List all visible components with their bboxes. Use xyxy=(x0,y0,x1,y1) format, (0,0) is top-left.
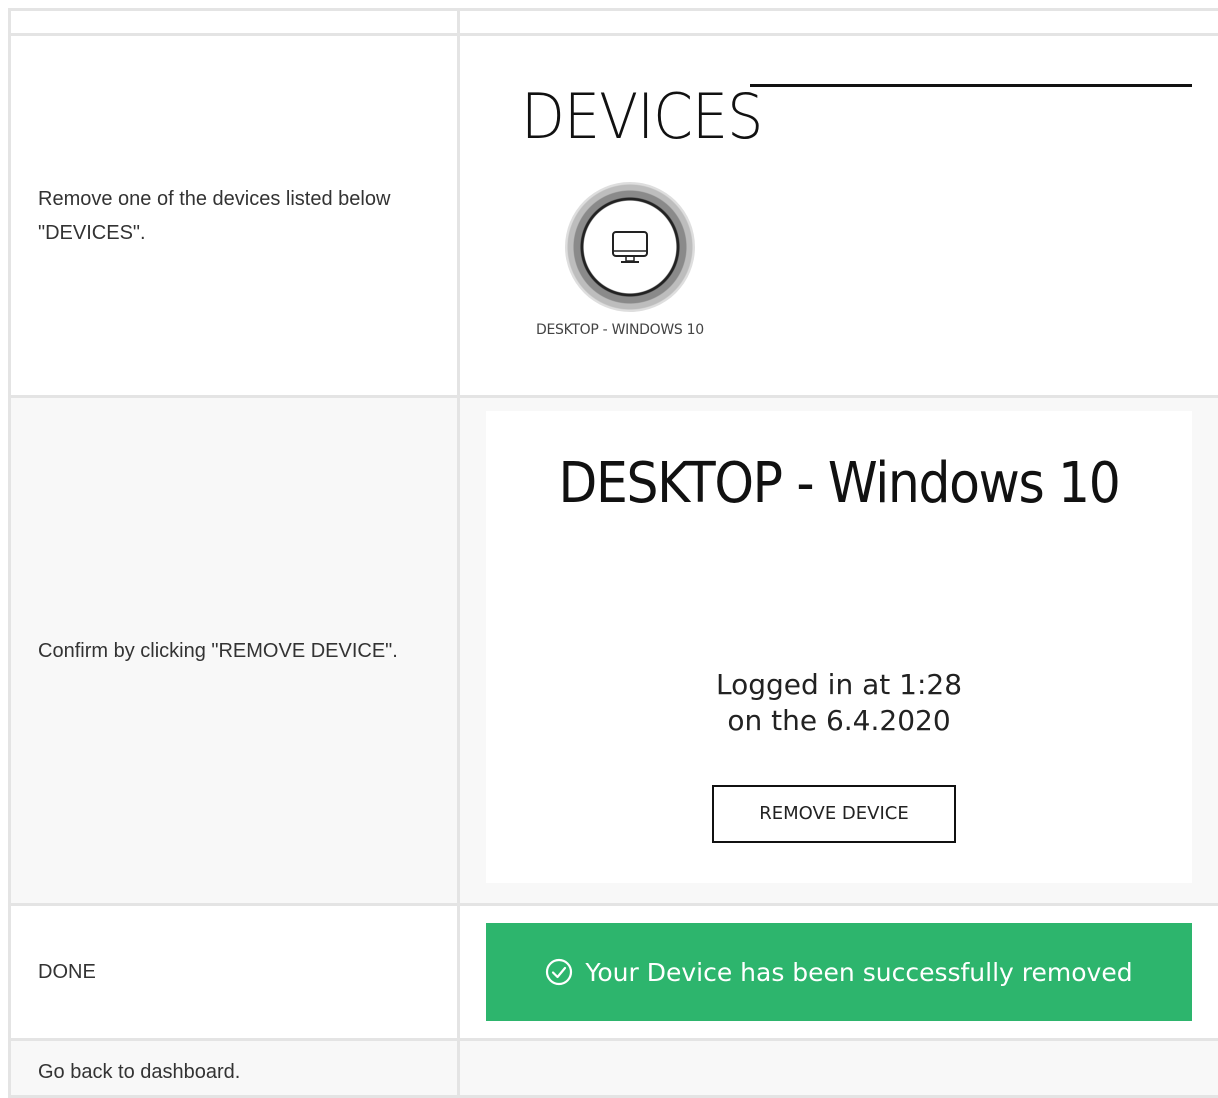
step-cell: Confirm by clicking "REMOVE DEVICE". xyxy=(10,397,459,905)
monitor-icon xyxy=(611,230,649,271)
device-title: DESKTOP - Windows 10 xyxy=(521,451,1156,516)
step-text: Go back to dashboard. xyxy=(11,1041,457,1089)
device-button[interactable] xyxy=(565,182,695,312)
step-cell: Remove one of the devices listed below "… xyxy=(10,35,459,397)
screenshot-cell: DEVICES DESKTOP - WINDOWS 10 xyxy=(459,35,1218,397)
step-cell: Go back to dashboard. xyxy=(10,1040,459,1097)
header-cell-screenshot xyxy=(459,10,1218,35)
login-time: Logged in at 1:28 xyxy=(486,667,1192,703)
step-text: Confirm by clicking "REMOVE DEVICE". xyxy=(11,634,457,668)
step-text: Remove one of the devices listed below "… xyxy=(11,182,457,250)
divider xyxy=(750,84,1192,87)
step-text: DONE xyxy=(11,955,457,989)
instructions-table: Remove one of the devices listed below "… xyxy=(8,8,1218,1098)
success-banner: Your Device has been successfully remove… xyxy=(486,923,1192,1021)
devices-title: DEVICES xyxy=(521,80,762,153)
login-date: on the 6.4.2020 xyxy=(486,703,1192,739)
confirm-screenshot: DESKTOP - Windows 10 Logged in at 1:28 o… xyxy=(486,411,1192,883)
devices-screenshot: DEVICES DESKTOP - WINDOWS 10 xyxy=(460,38,1218,394)
login-info: Logged in at 1:28 on the 6.4.2020 xyxy=(486,667,1192,739)
table-row: Go back to dashboard. xyxy=(10,1040,1218,1097)
device-label: DESKTOP - WINDOWS 10 xyxy=(536,322,704,338)
check-circle-icon xyxy=(545,958,573,986)
remove-device-button[interactable]: REMOVE DEVICE xyxy=(712,785,956,843)
screenshot-cell: DESKTOP - Windows 10 Logged in at 1:28 o… xyxy=(459,397,1218,905)
screenshot-cell xyxy=(459,1040,1218,1097)
table-row: Remove one of the devices listed below "… xyxy=(10,35,1218,397)
screenshot-cell: Your Device has been successfully remove… xyxy=(459,905,1218,1040)
success-message: Your Device has been successfully remove… xyxy=(585,958,1132,987)
table-row: DONE Your Device has been successfully r… xyxy=(10,905,1218,1040)
step-cell: DONE xyxy=(10,905,459,1040)
table-header-row xyxy=(10,10,1218,35)
table-row: Confirm by clicking "REMOVE DEVICE". DES… xyxy=(10,397,1218,905)
header-cell-step xyxy=(10,10,459,35)
